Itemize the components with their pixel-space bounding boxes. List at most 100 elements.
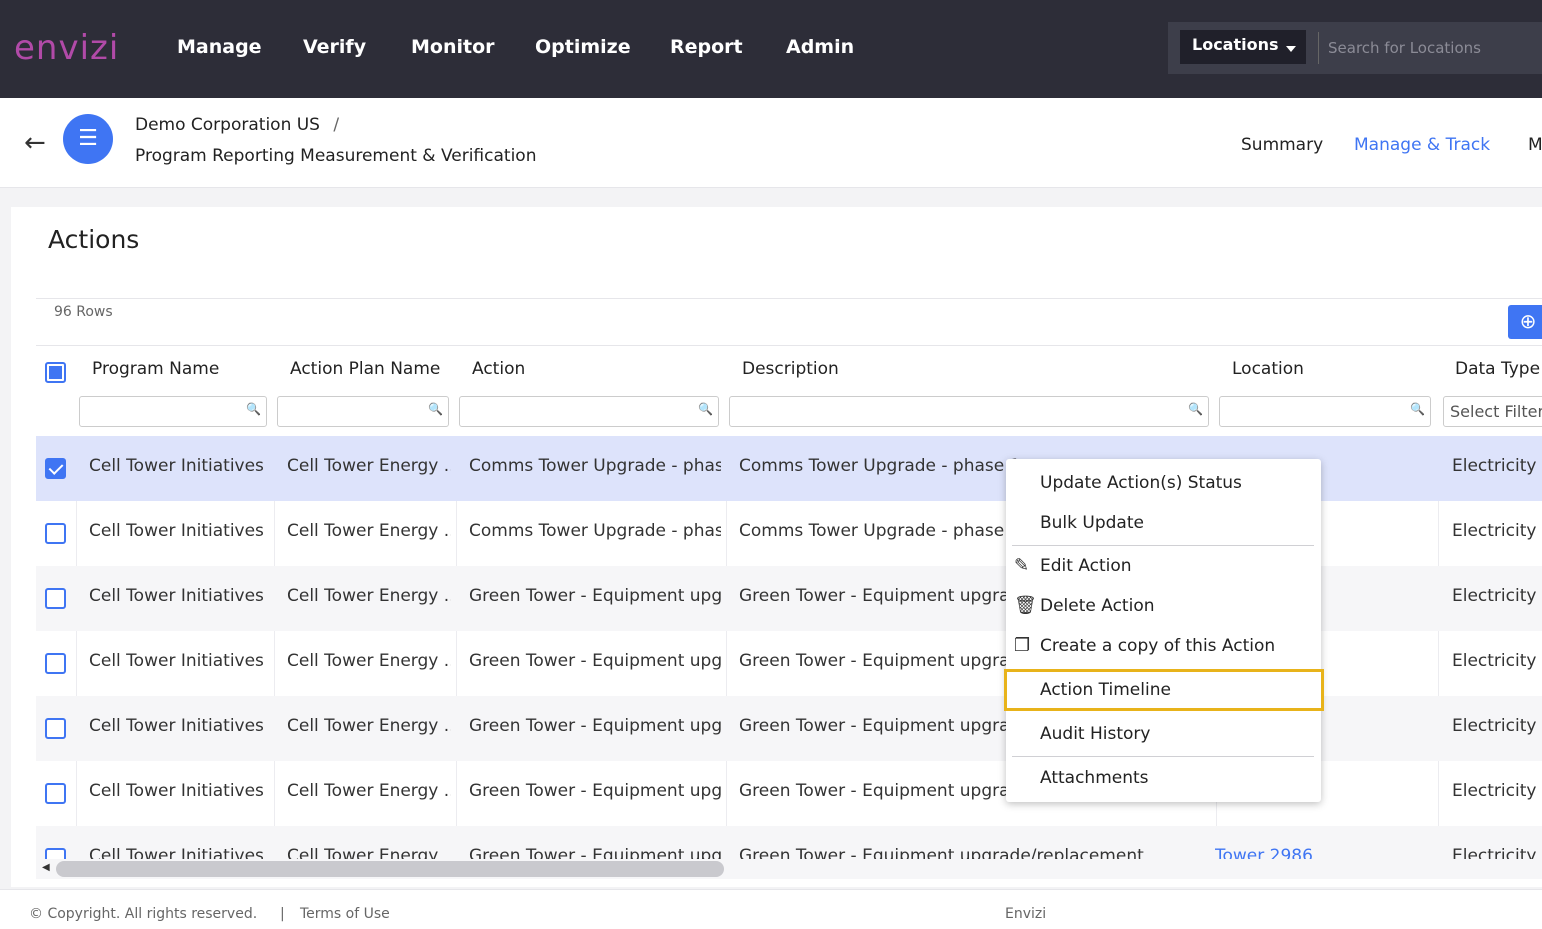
nav-admin[interactable]: Admin [786, 36, 854, 58]
sub-header: ← ☰ Demo Corporation US / Program Report… [0, 98, 1542, 188]
cell-program-name: Cell Tower Initiatives [89, 716, 264, 736]
horizontal-scrollbar[interactable]: ◀ [36, 859, 1542, 879]
breadcrumb-separator: / [333, 115, 340, 135]
col-data-type[interactable]: Data Type [1455, 359, 1540, 379]
row-checkbox[interactable] [45, 523, 66, 544]
cell-action: Green Tower - Equipment upg... [469, 651, 721, 671]
menu-item-audit-history[interactable]: Audit History [1040, 724, 1150, 744]
tab-summary[interactable]: Summary [1241, 135, 1323, 155]
menu-item-edit-action[interactable]: Edit Action [1040, 556, 1132, 576]
top-nav: envizi Manage Verify Monitor Optimize Re… [0, 0, 1542, 98]
location-search-input[interactable] [1328, 34, 1538, 62]
add-action-button[interactable]: ⊕ [1508, 305, 1542, 339]
cell-action: Green Tower - Equipment upg... [469, 781, 721, 801]
breadcrumb-org-label[interactable]: Demo Corporation US [135, 115, 320, 135]
menu-divider [1012, 545, 1314, 546]
cell-action: Comms Tower Upgrade - phas... [469, 456, 721, 476]
filter-program-name[interactable]: 🔍 [79, 396, 267, 427]
cell-data-type: Electricity [k [1452, 456, 1542, 476]
menu-item-delete-action[interactable]: Delete Action [1040, 596, 1155, 616]
nav-manage[interactable]: Manage [177, 36, 262, 58]
menu-button[interactable]: ☰ [63, 114, 113, 164]
col-description[interactable]: Description [742, 359, 839, 379]
col-action-plan-name[interactable]: Action Plan Name [290, 359, 440, 379]
actions-title: Actions [48, 225, 140, 254]
cell-data-type: Electricity [k [1452, 521, 1542, 541]
search-icon: 🔍 [1410, 402, 1425, 416]
tab-manage-track[interactable]: Manage & Track [1354, 135, 1490, 155]
row-count: 96 Rows [54, 304, 113, 320]
cell-data-type: Electricity [k [1452, 586, 1542, 606]
col-action[interactable]: Action [472, 359, 525, 379]
trash-icon: 🗑 [1014, 595, 1037, 616]
footer-separator: | [280, 906, 285, 922]
cell-data-type: Electricity [k [1452, 651, 1542, 671]
tab-more[interactable]: M [1528, 135, 1542, 155]
chevron-down-icon [1286, 46, 1296, 52]
col-location[interactable]: Location [1232, 359, 1304, 379]
menu-item-copy-action[interactable]: Create a copy of this Action [1040, 636, 1275, 656]
copyright-text: © Copyright. All rights reserved. [29, 906, 258, 922]
hamburger-icon: ☰ [78, 126, 98, 151]
scrollbar-thumb[interactable] [56, 861, 724, 877]
cell-action-plan-name: Cell Tower Energy ... [287, 521, 451, 541]
search-icon: 🔍 [428, 402, 443, 416]
row-checkbox[interactable] [45, 783, 66, 804]
footer-brand: Envizi [1005, 906, 1047, 922]
select-all-checkbox[interactable] [45, 362, 66, 383]
envizi-logo[interactable]: envizi [14, 28, 119, 68]
filter-action[interactable]: 🔍 [459, 396, 719, 427]
nav-verify[interactable]: Verify [303, 36, 366, 58]
nav-report[interactable]: Report [670, 36, 743, 58]
cell-action: Green Tower - Equipment upg... [469, 716, 721, 736]
cell-action-plan-name: Cell Tower Energy ... [287, 586, 451, 606]
search-icon: 🔍 [246, 402, 261, 416]
row-checkbox[interactable] [45, 718, 66, 739]
cell-action-plan-name: Cell Tower Energy ... [287, 781, 451, 801]
row-checkbox[interactable] [45, 458, 66, 479]
cell-program-name: Cell Tower Initiatives [89, 586, 264, 606]
grid-header: Program Name Action Plan Name Action Des… [36, 346, 1542, 436]
cell-action: Comms Tower Upgrade - phas... [469, 521, 721, 541]
search-icon: 🔍 [1188, 402, 1203, 416]
filter-description[interactable]: 🔍 [729, 396, 1209, 427]
cell-action-plan-name: Cell Tower Energy ... [287, 716, 451, 736]
menu-item-action-timeline[interactable]: Action Timeline [1040, 680, 1171, 700]
copy-icon: ❐ [1014, 635, 1031, 656]
scroll-left-icon[interactable]: ◀ [42, 862, 50, 873]
filter-data-type-label: Select Filter [1450, 402, 1542, 421]
row-checkbox[interactable] [45, 588, 66, 609]
col-program-name[interactable]: Program Name [92, 359, 219, 379]
cell-data-type: Electricity [k [1452, 781, 1542, 801]
locations-dropdown[interactable]: Locations [1180, 30, 1306, 64]
filter-action-plan-name[interactable]: 🔍 [277, 396, 449, 427]
breadcrumb-org[interactable]: Demo Corporation US / [135, 115, 339, 135]
cell-program-name: Cell Tower Initiatives [89, 456, 264, 476]
search-icon: 🔍 [698, 402, 713, 416]
back-arrow-icon[interactable]: ← [24, 128, 46, 158]
page-title: Program Reporting Measurement & Verifica… [135, 146, 537, 166]
menu-item-attachments[interactable]: Attachments [1040, 768, 1149, 788]
row-checkbox[interactable] [45, 653, 66, 674]
divider [1318, 32, 1319, 64]
cell-program-name: Cell Tower Initiatives [89, 781, 264, 801]
pencil-icon: ✎ [1014, 555, 1030, 576]
terms-of-use-link[interactable]: Terms of Use [300, 906, 390, 922]
cell-program-name: Cell Tower Initiatives [89, 521, 264, 541]
nav-monitor[interactable]: Monitor [411, 36, 495, 58]
locations-label: Locations [1192, 35, 1279, 54]
cell-program-name: Cell Tower Initiatives [89, 651, 264, 671]
cell-action-plan-name: Cell Tower Energy ... [287, 456, 451, 476]
nav-optimize[interactable]: Optimize [535, 36, 631, 58]
filter-location[interactable]: 🔍 [1219, 396, 1431, 427]
menu-item-bulk-update[interactable]: Bulk Update [1040, 513, 1144, 533]
menu-item-update-status[interactable]: Update Action(s) Status [1040, 473, 1242, 493]
filter-data-type[interactable]: Select Filter [1443, 396, 1542, 427]
plus-circle-icon: ⊕ [1519, 309, 1537, 333]
location-search-box: Locations [1168, 22, 1542, 74]
footer: © Copyright. All rights reserved. | Term… [0, 889, 1542, 929]
cell-action: Green Tower - Equipment upg... [469, 586, 721, 606]
context-menu: Update Action(s) Status Bulk Update ✎ Ed… [1004, 459, 1324, 802]
menu-divider [1012, 756, 1314, 757]
cell-action-plan-name: Cell Tower Energy ... [287, 651, 451, 671]
